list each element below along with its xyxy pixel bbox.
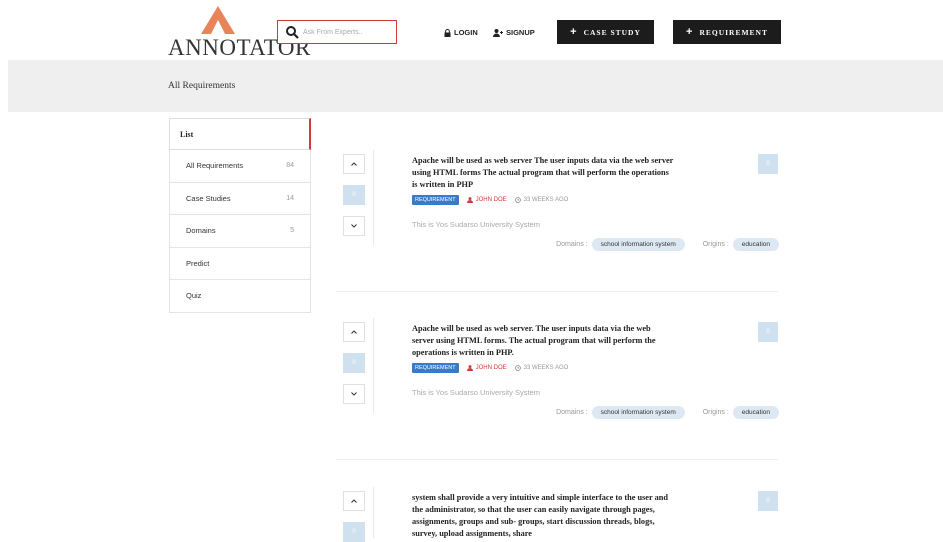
sidebar-item-count: 84 [286, 162, 294, 170]
sidebar-item-case-studies[interactable]: Case Studies 14 [169, 182, 311, 215]
header: ANNOTATOR LOGIN SIGNUP + CASE STUDY + RE… [0, 0, 943, 60]
user-plus-icon [493, 28, 503, 37]
origins-label: Origins : [702, 409, 729, 416]
timestamp: 33 WEEKS AGO [514, 197, 569, 203]
clock-icon [514, 365, 521, 371]
signup-link[interactable]: SIGNUP [493, 28, 535, 37]
question-meta: REQUIREMENT JOHN DOE 33 WEEKS AGO [412, 363, 568, 373]
separator [336, 459, 778, 460]
login-link[interactable]: LOGIN [444, 28, 478, 37]
sidebar-item-label: Case Studies [186, 193, 231, 203]
sidebar-heading: List [169, 118, 311, 150]
user-icon [466, 197, 473, 203]
chevron-up-icon [351, 330, 357, 334]
sidebar-item-all-requirements[interactable]: All Requirements 84 [169, 150, 311, 183]
chevron-down-icon [351, 224, 357, 228]
requirement-label: REQUIREMENT [699, 27, 768, 37]
divider [373, 150, 374, 245]
chevron-down-icon [351, 392, 357, 396]
chevron-up-icon [351, 499, 357, 503]
question-description: This is Yos Sudarso University System [412, 220, 540, 229]
author-link[interactable]: JOHN DOE [466, 197, 507, 203]
category-badge[interactable]: REQUIREMENT [412, 195, 459, 205]
question-tags: Domains : school information system Orig… [556, 406, 779, 419]
author-link[interactable]: JOHN DOE [466, 365, 507, 371]
question-title[interactable]: Apache will be used as web server. The u… [412, 323, 674, 359]
upvote-button[interactable] [343, 491, 365, 511]
page-title: All Requirements [168, 81, 236, 91]
vote-count: 0 [343, 353, 365, 373]
question-title[interactable]: system shall provide a very intuitive an… [412, 492, 674, 538]
category-badge[interactable]: REQUIREMENT [412, 363, 459, 373]
vote-count: 0 [343, 522, 365, 542]
case-study-label: CASE STUDY [583, 27, 641, 37]
origin-tag[interactable]: education [732, 238, 779, 251]
domains-label: Domains : [556, 409, 588, 416]
answer-count: 0 [758, 322, 778, 342]
login-label: LOGIN [454, 28, 478, 37]
vote-count: 0 [343, 185, 365, 205]
lock-icon [444, 28, 451, 37]
requirement-button[interactable]: + REQUIREMENT [673, 20, 781, 44]
sidebar-item-count: 14 [286, 194, 294, 202]
sidebar-item-predict[interactable]: Predict [169, 247, 311, 280]
downvote-button[interactable] [343, 384, 365, 404]
separator [336, 291, 778, 292]
logo[interactable]: ANNOTATOR [168, 4, 310, 60]
question-tags: Domains : school information system Orig… [556, 238, 779, 251]
sidebar-item-domains[interactable]: Domains 5 [169, 215, 311, 248]
domain-tag[interactable]: school information system [591, 238, 685, 251]
sidebar-item-label: Predict [186, 258, 210, 268]
plus-icon: + [686, 26, 694, 38]
author-name: JOHN DOE [475, 197, 507, 203]
clock-icon [514, 197, 521, 203]
author-name: JOHN DOE [475, 365, 507, 371]
search-icon [286, 26, 299, 39]
time-ago: 33 WEEKS AGO [523, 197, 569, 203]
sidebar-item-label: Quiz [186, 291, 202, 301]
sidebar-item-label: Domains [186, 226, 216, 236]
question-title[interactable]: Apache will be used as web server The us… [412, 155, 674, 191]
downvote-button[interactable] [343, 216, 365, 236]
domain-tag[interactable]: school information system [591, 406, 685, 419]
sidebar: List All Requirements 84 Case Studies 14… [169, 118, 311, 313]
sidebar-item-count: 5 [290, 227, 294, 235]
divider [373, 318, 374, 413]
page-banner: All Requirements [8, 60, 943, 112]
plus-icon: + [570, 26, 578, 38]
user-icon [466, 365, 473, 371]
timestamp: 33 WEEKS AGO [514, 365, 569, 371]
time-ago: 33 WEEKS AGO [523, 365, 569, 371]
sidebar-item-quiz[interactable]: Quiz [169, 280, 311, 313]
answer-count: 0 [758, 491, 778, 511]
upvote-button[interactable] [343, 154, 365, 174]
case-study-button[interactable]: + CASE STUDY [557, 20, 654, 44]
domains-label: Domains : [556, 241, 588, 248]
answer-count: 0 [758, 154, 778, 174]
question-description: This is Yos Sudarso University System [412, 388, 540, 397]
chevron-up-icon [351, 162, 357, 166]
search-box[interactable] [277, 20, 397, 44]
search-input[interactable] [303, 28, 393, 36]
signup-label: SIGNUP [506, 28, 535, 37]
logo-mark-icon [201, 6, 235, 34]
upvote-button[interactable] [343, 322, 365, 342]
sidebar-item-label: All Requirements [186, 161, 244, 171]
divider [373, 487, 374, 538]
origin-tag[interactable]: education [732, 406, 779, 419]
question-meta: REQUIREMENT JOHN DOE 33 WEEKS AGO [412, 195, 568, 205]
origins-label: Origins : [702, 241, 729, 248]
